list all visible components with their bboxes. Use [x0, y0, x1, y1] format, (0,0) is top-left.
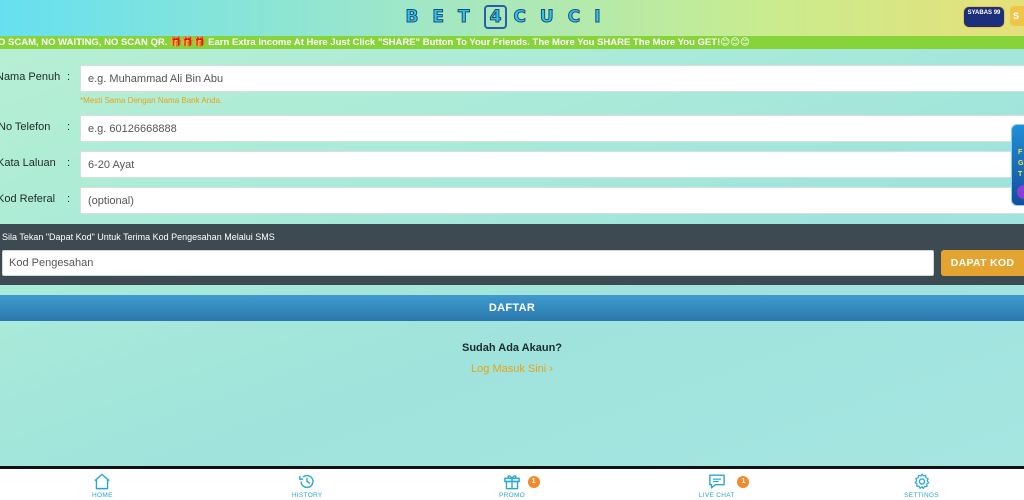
colon: :	[67, 71, 71, 83]
sponsor-badge[interactable]: SYABAS 99	[963, 6, 1005, 28]
side-ad-line: GA	[1018, 160, 1024, 167]
side-ad-line: F	[1018, 149, 1023, 156]
logo-prefix: BET	[405, 7, 484, 28]
full-name-hint: *Mesti Sama Dengan Nama Bank Anda.	[80, 96, 223, 105]
phone-label-text: No Telefon	[0, 121, 51, 133]
password-input[interactable]	[80, 151, 1024, 178]
nav-home[interactable]: HOME	[0, 469, 205, 500]
promo-badge: 1	[527, 476, 540, 488]
full-name-label: Nama Penuh :	[0, 71, 70, 83]
side-promo-banner[interactable]: F GA T	[1011, 124, 1024, 206]
colon: :	[67, 121, 71, 133]
register-button[interactable]: DAFTAR	[0, 295, 1024, 321]
verification-code-input[interactable]	[2, 250, 934, 276]
get-code-button[interactable]: DAPAT KOD	[941, 250, 1024, 276]
nav-promo[interactable]: PROMO 1	[410, 469, 615, 500]
password-label-text: Kata Laluan	[0, 157, 56, 169]
gear-icon	[914, 473, 929, 490]
nav-label: PROMO	[498, 492, 526, 499]
full-name-input[interactable]	[80, 65, 1024, 92]
referral-input[interactable]	[80, 187, 1024, 214]
have-account-text: Sudah Ada Akaun?	[461, 342, 563, 354]
nav-live-chat[interactable]: LIVE CHAT 1	[614, 469, 819, 500]
side-ad-line: T	[1018, 171, 1023, 178]
logo-suffix: CUCI	[513, 7, 615, 28]
phone-label: No Telefon :	[0, 121, 70, 133]
promo-orb-icon	[1017, 185, 1024, 199]
live-chat-badge: 1	[737, 476, 750, 488]
nav-label: SETTINGS	[904, 492, 940, 499]
logo-four: 4	[483, 5, 508, 29]
bottom-navigation: HOME HISTORY PROMO 1 LIVE CHAT 1 SETTING…	[0, 469, 1024, 500]
nav-label: HISTORY	[291, 492, 323, 499]
referral-label: Kod Referal :	[0, 193, 70, 205]
marquee-text: O SCAM, NO WAITING, NO SCAN QR. 🎁🎁🎁 Earn…	[0, 37, 750, 48]
colon: :	[67, 193, 71, 205]
brand-logo[interactable]: BET 4 CUCI	[360, 5, 660, 29]
history-icon	[299, 474, 314, 489]
full-name-label-text: Nama Penuh	[0, 71, 61, 83]
language-button[interactable]: S	[1010, 6, 1024, 26]
header-bar: BET 4 CUCI SYABAS 99 S	[0, 0, 1024, 36]
phone-input[interactable]	[80, 115, 1024, 142]
gift-icon	[504, 475, 520, 490]
referral-label-text: Kod Referal	[0, 193, 56, 205]
chat-icon	[708, 474, 725, 489]
sms-instruction: Sila Tekan "Dapat Kod" Untuk Terima Kod …	[2, 232, 275, 242]
sms-verification-panel: Sila Tekan "Dapat Kod" Untuk Terima Kod …	[0, 224, 1024, 285]
announcement-marquee: O SCAM, NO WAITING, NO SCAN QR. 🎁🎁🎁 Earn…	[0, 36, 1024, 49]
nav-settings[interactable]: SETTINGS	[819, 469, 1024, 500]
password-label: Kata Laluan :	[0, 157, 70, 169]
home-icon	[94, 473, 110, 490]
colon: :	[67, 157, 71, 169]
nav-label: HOME	[92, 492, 113, 499]
nav-history[interactable]: HISTORY	[205, 469, 410, 500]
nav-label: LIVE CHAT	[698, 492, 735, 499]
login-link[interactable]: Log Masuk Sini ›	[0, 363, 1024, 375]
